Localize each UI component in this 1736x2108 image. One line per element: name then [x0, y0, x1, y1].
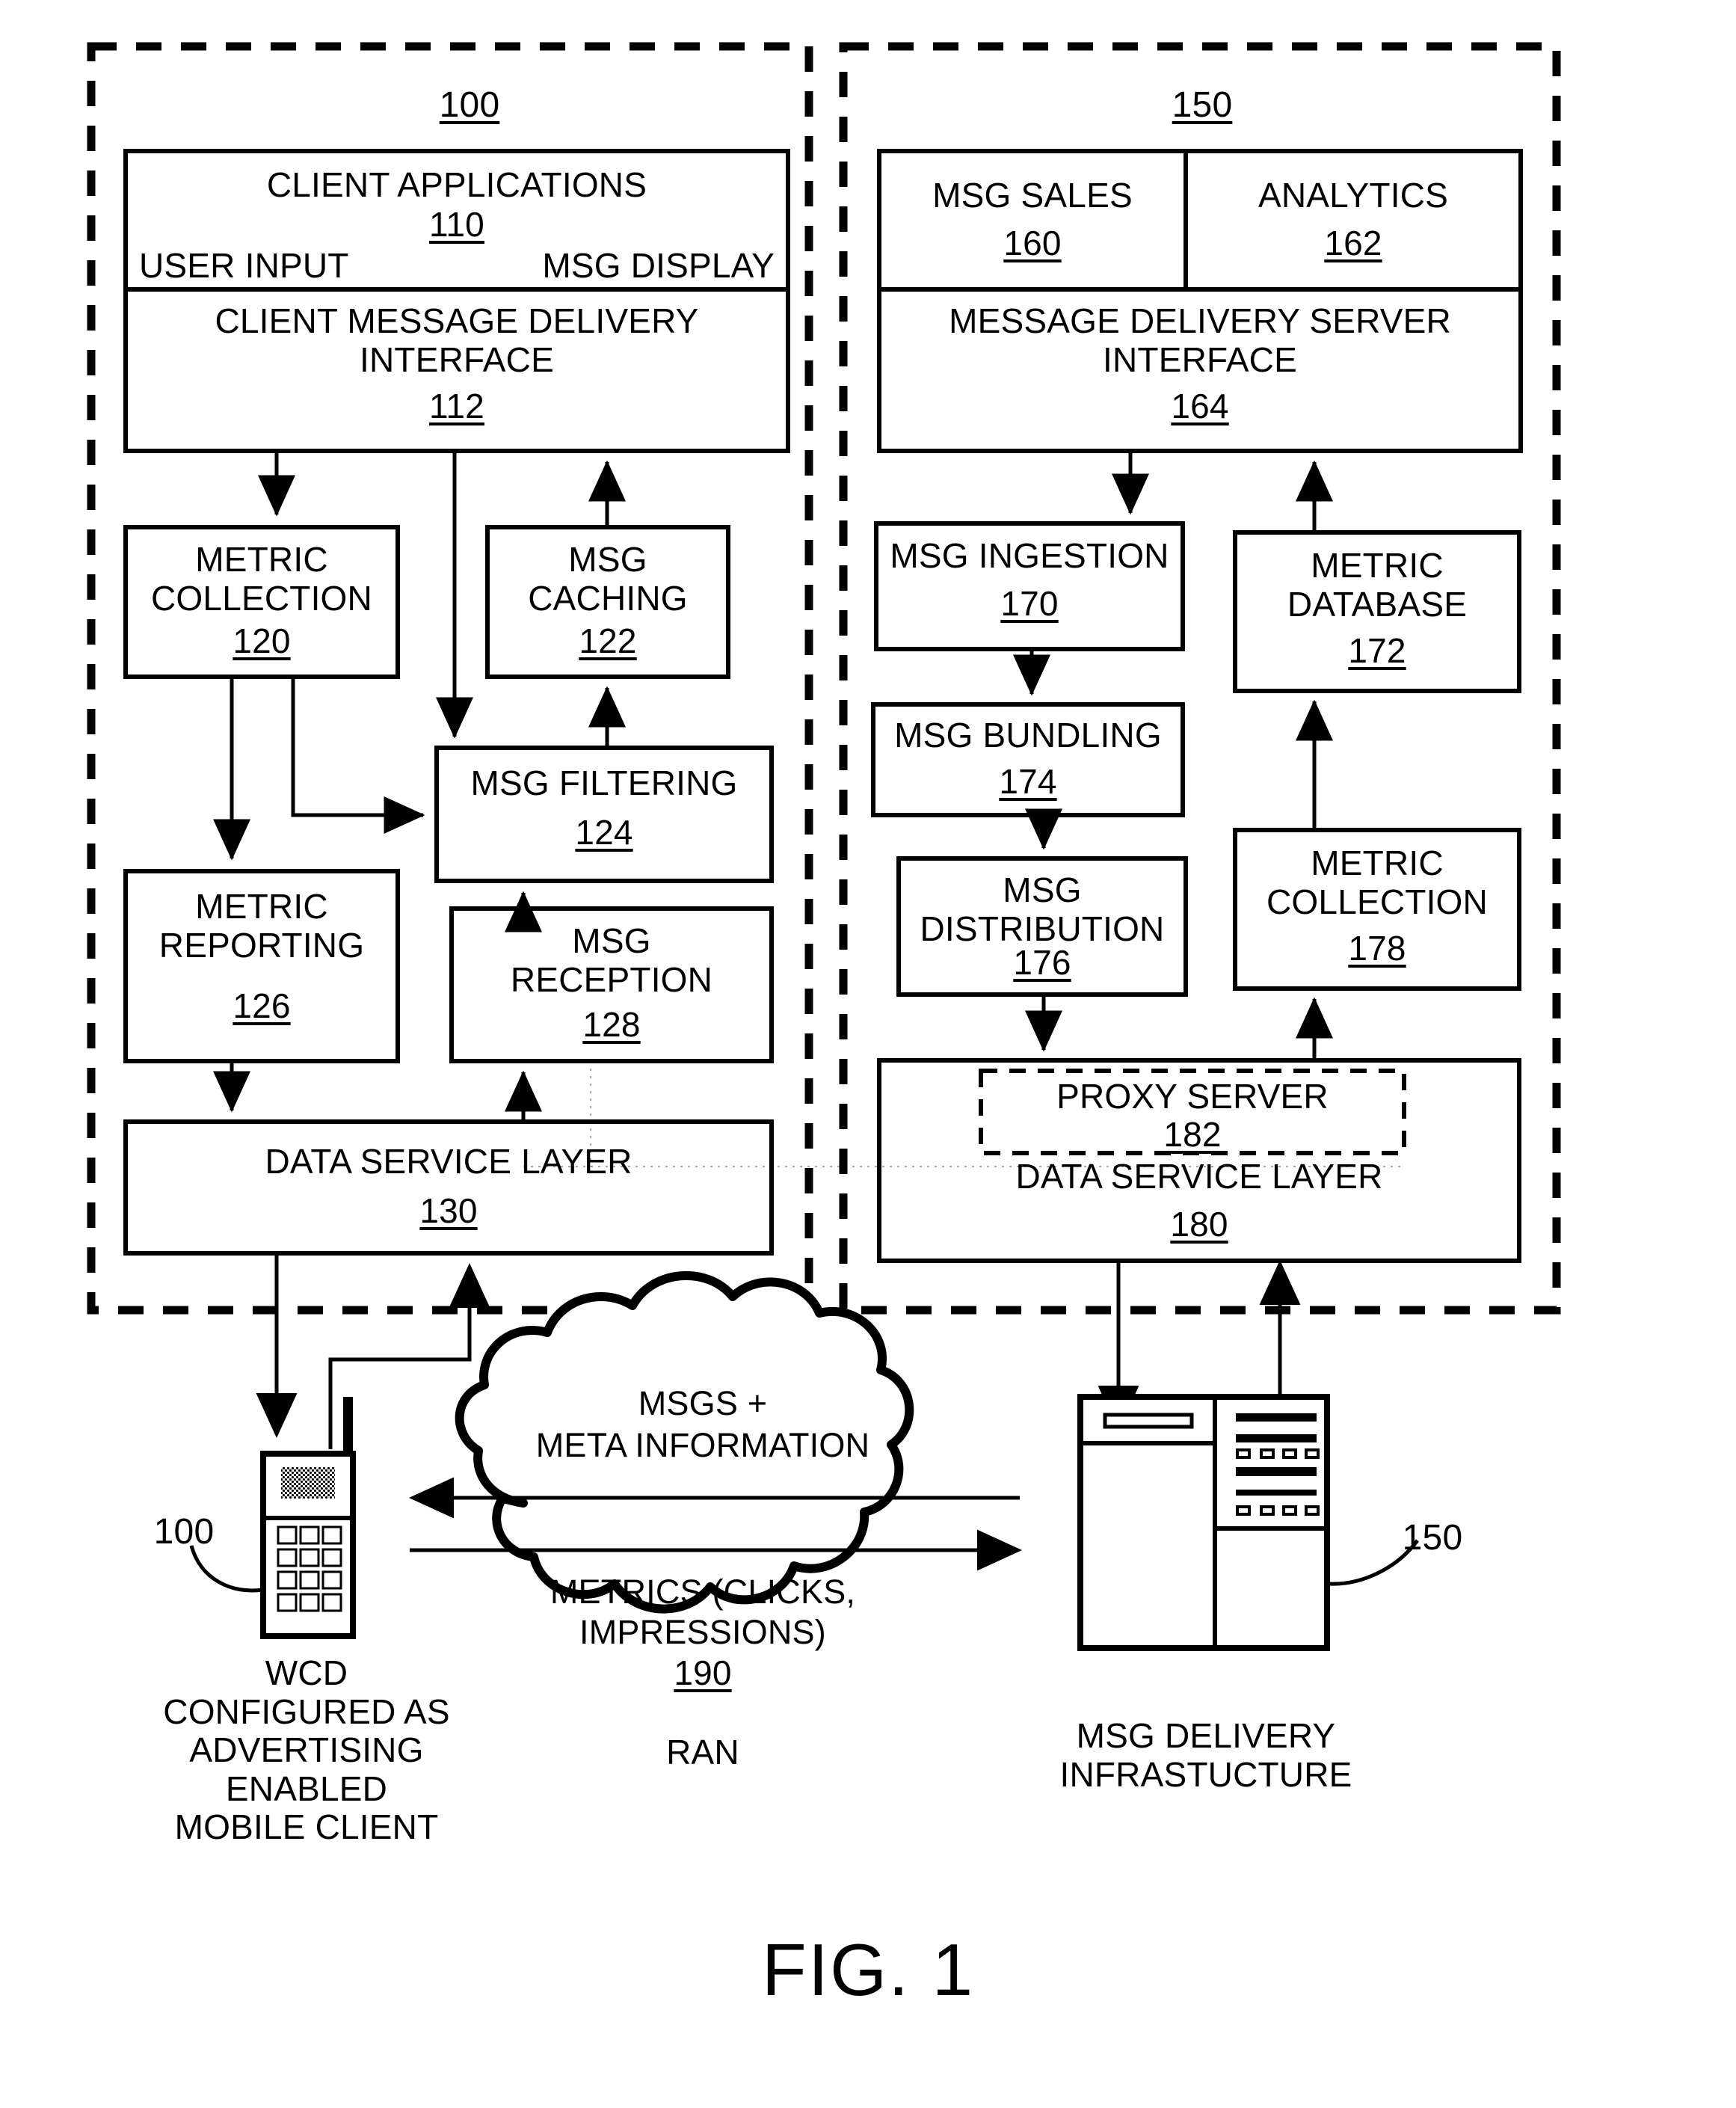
patent-figure-1: 100 CLIENT APPLICATIONS 110 USER INPUT M…: [0, 0, 1736, 2108]
wcd-caption: WCD CONFIGURED AS ADVERTISING ENABLED MO…: [163, 1653, 450, 1847]
msg-ingestion-170-title: MSG INGESTION: [890, 536, 1169, 575]
msg-distribution-176-ref: 176: [1013, 943, 1071, 982]
server-caption: MSG DELIVERY INFRASTUCTURE: [1059, 1716, 1352, 1794]
analytics-162-title: ANALYTICS: [1258, 176, 1448, 215]
client-applications-ref: 110: [429, 205, 484, 244]
message-delivery-server-interface-title: MESSAGE DELIVERY SERVER INTERFACE: [949, 301, 1451, 380]
arrow-120-to-124: [291, 677, 425, 834]
cloud-line-3: METRICS (CLICKS,: [550, 1573, 856, 1611]
analytics-box-162: [1184, 149, 1523, 292]
metric-database-172-ref: 172: [1348, 631, 1406, 670]
metric-collection-178-title: METRIC COLLECTION: [1266, 843, 1488, 922]
user-input-label: USER INPUT: [139, 246, 349, 285]
client-message-delivery-interface-title: CLIENT MESSAGE DELIVERY INTERFACE: [215, 301, 699, 380]
data-service-layer-130-ref: 130: [419, 1191, 478, 1230]
data-service-layer-130-title: DATA SERVICE LAYER: [265, 1142, 632, 1181]
msg-caching-122-ref: 122: [579, 621, 637, 660]
message-delivery-server-interface-ref: 164: [1171, 387, 1229, 425]
msg-bundling-174-ref: 174: [999, 762, 1057, 801]
data-service-layer-180-ref: 180: [1170, 1205, 1228, 1244]
msg-ingestion-170-ref: 170: [1000, 584, 1059, 623]
figure-title: FIG. 1: [761, 1929, 975, 2011]
msg-sales-160-ref: 160: [1003, 224, 1062, 262]
msg-sales-box-160: [877, 149, 1188, 292]
server-panel-ref: 150: [1172, 85, 1233, 125]
metric-collection-120-title: METRIC COLLECTION: [151, 540, 372, 618]
msg-sales-160-title: MSG SALES: [932, 176, 1133, 215]
msg-filtering-124-ref: 124: [575, 813, 633, 852]
cloud-line-2: META INFORMATION: [535, 1426, 870, 1464]
msg-display-label: MSG DISPLAY: [542, 246, 775, 285]
msg-bundling-174-title: MSG BUNDLING: [894, 716, 1162, 755]
ran-label: RAN: [666, 1733, 739, 1771]
msg-distribution-176-title: MSG DISTRIBUTION: [920, 870, 1165, 949]
cloud-line-4: IMPRESSIONS): [579, 1613, 826, 1651]
msg-reception-128-title: MSG RECEPTION: [510, 921, 713, 1000]
metric-reporting-126-ref: 126: [233, 986, 291, 1025]
wcd-lead-number: 100: [153, 1512, 215, 1552]
metric-collection-178-ref: 178: [1348, 929, 1406, 968]
msg-filtering-124-title: MSG FILTERING: [470, 763, 738, 802]
metric-collection-120-ref: 120: [233, 621, 291, 660]
cloud-ref-190: 190: [674, 1653, 732, 1692]
client-message-delivery-interface-ref: 112: [429, 387, 484, 425]
proxy-server-182-title: PROXY SERVER: [1056, 1077, 1329, 1116]
msg-caching-122-title: MSG CACHING: [528, 540, 688, 618]
client-applications-title: CLIENT APPLICATIONS: [266, 165, 647, 204]
msg-reception-128-ref: 128: [582, 1005, 641, 1044]
proxy-server-182-ref: 182: [1163, 1115, 1222, 1154]
data-service-layer-180-title: DATA SERVICE LAYER: [1015, 1157, 1383, 1196]
server-tower-illustration: [1077, 1394, 1420, 1651]
client-panel-ref: 100: [439, 85, 500, 125]
cloud-line-1: MSGS +: [638, 1384, 768, 1422]
server-lead-number: 150: [1402, 1518, 1463, 1558]
metric-reporting-126-title: METRIC REPORTING: [158, 887, 365, 965]
metric-database-172-title: METRIC DATABASE: [1287, 546, 1468, 624]
analytics-162-ref: 162: [1324, 224, 1382, 262]
